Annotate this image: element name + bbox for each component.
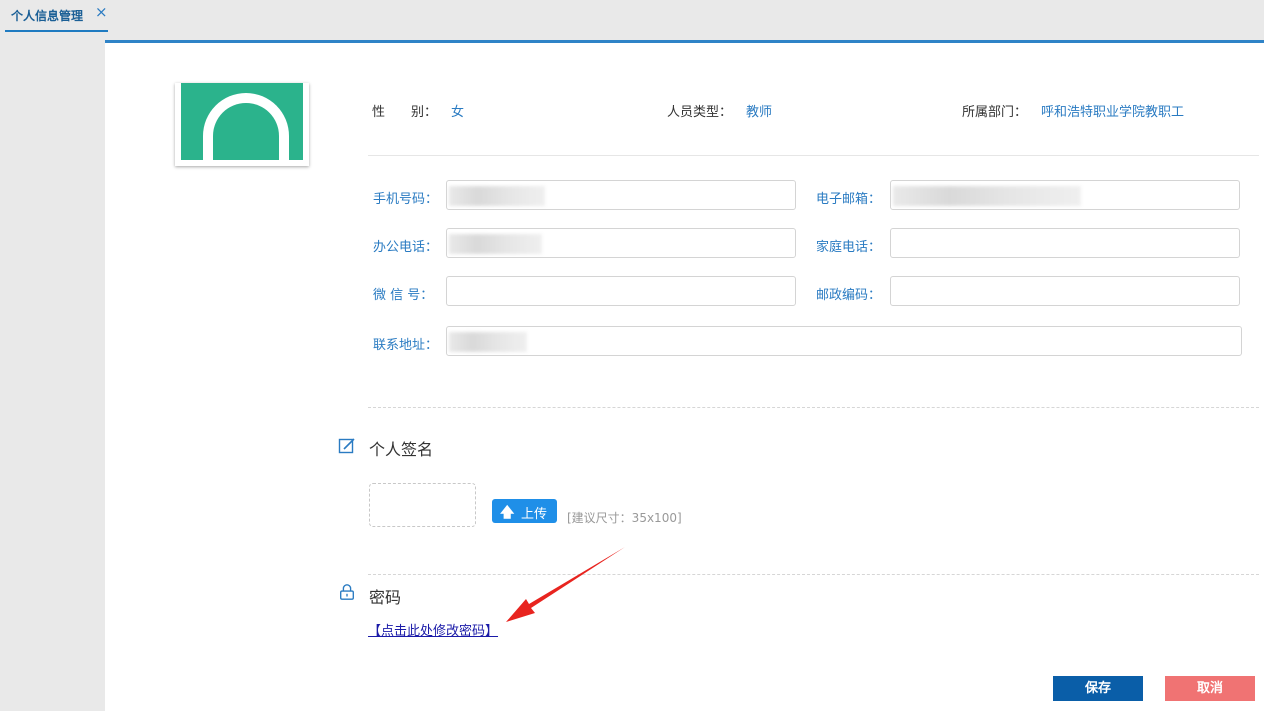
email-field[interactable]: [890, 180, 1240, 210]
section-divider: [368, 574, 1259, 575]
size-hint: [建议尺寸：35x100]: [567, 511, 682, 525]
avatar[interactable]: [175, 83, 309, 166]
upload-button[interactable]: 🡅 上传: [492, 499, 557, 523]
edit-icon: [338, 438, 355, 454]
section-divider: [368, 407, 1259, 408]
mobile-field[interactable]: [446, 180, 796, 210]
gender-value: 女: [451, 105, 465, 120]
wechat-label: 微 信 号：: [373, 288, 434, 303]
signature-preview[interactable]: [369, 483, 476, 527]
tab-label: 个人信息管理: [11, 9, 84, 23]
change-password-link[interactable]: 【点击此处修改密码】: [368, 620, 498, 639]
redacted-value: [893, 186, 1081, 206]
type-value: 教师: [746, 105, 773, 120]
redacted-value: [449, 332, 527, 352]
main-panel: 性 别： 女 人员类型： 教师 所属部门： 呼和浩特职业学院教职工 手机号码： 电子邮…: [105, 43, 1264, 711]
home-phone-label: 家庭电话：: [816, 240, 882, 255]
signature-title: 个人签名: [369, 440, 434, 459]
type-label: 人员类型：: [667, 105, 733, 120]
upload-label: 上传: [521, 507, 548, 522]
redacted-value: [449, 186, 545, 206]
sidebar: [0, 43, 105, 711]
password-title: 密码: [369, 588, 402, 607]
lock-icon: [340, 584, 354, 600]
tab-bar: 个人信息管理 ×: [0, 0, 1264, 41]
dept-info: 所属部门： 呼和浩特职业学院教职工: [962, 101, 1184, 120]
upload-arrow-icon: 🡅: [500, 505, 515, 521]
close-icon[interactable]: ×: [95, 3, 108, 21]
divider: [368, 155, 1259, 156]
gender-info: 性 别： 女: [372, 101, 464, 120]
home-phone-field[interactable]: [890, 228, 1240, 258]
postcode-label: 邮政编码：: [816, 288, 882, 303]
dept-value: 呼和浩特职业学院教职工: [1041, 105, 1185, 120]
avatar-image: [181, 83, 303, 160]
address-field[interactable]: [446, 326, 1242, 356]
avatar-arch-shape: [203, 93, 289, 160]
gender-label: 性 别：: [372, 105, 438, 120]
postcode-field[interactable]: [890, 276, 1240, 306]
wechat-field[interactable]: [446, 276, 796, 306]
tab-personal-info[interactable]: 个人信息管理 ×: [5, 0, 108, 32]
type-info: 人员类型： 教师: [667, 101, 772, 120]
office-phone-field[interactable]: [446, 228, 796, 258]
mobile-label: 手机号码：: [373, 192, 439, 207]
office-phone-label: 办公电话：: [373, 240, 439, 255]
dept-label: 所属部门：: [962, 105, 1028, 120]
redacted-value: [449, 234, 542, 254]
save-button[interactable]: 保存: [1053, 676, 1143, 701]
address-label: 联系地址：: [373, 338, 439, 353]
email-label: 电子邮箱：: [816, 192, 882, 207]
cancel-button[interactable]: 取消: [1165, 676, 1255, 701]
